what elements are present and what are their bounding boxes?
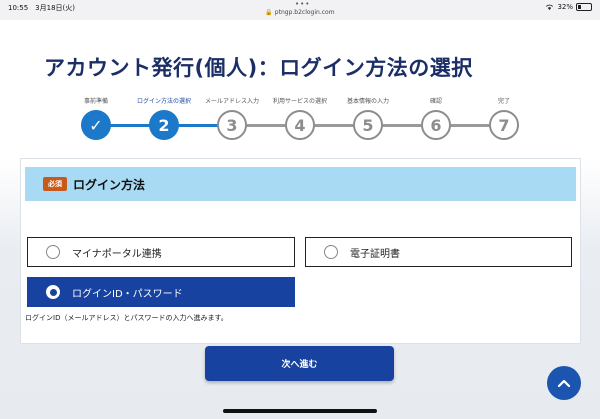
address-bar-url[interactable]: 🔒 ptngp.b2clogin.com	[0, 9, 600, 16]
wifi-icon	[546, 4, 554, 10]
option-description: ログインID（メールアドレス）とパスワードの入力へ進みます。	[25, 314, 228, 322]
option-label: マイナポータル連携	[72, 248, 162, 260]
scroll-to-top-button[interactable]	[547, 366, 581, 400]
step-label-2: ログイン方法の選択	[136, 98, 192, 105]
step-2-circle: 2	[149, 110, 179, 140]
step-label-7: 完了	[497, 98, 511, 105]
option-id-password[interactable]: ログインID・パスワード	[27, 277, 295, 307]
option-label: 電子証明書	[350, 248, 400, 260]
step-connector	[450, 124, 490, 127]
radio-unchecked-icon[interactable]	[46, 245, 60, 259]
step-label-4: 利用サービスの選択	[272, 98, 328, 105]
page-title: アカウント発行(個人)：ログイン方法の選択	[44, 56, 473, 80]
status-bar: 10:55 3月18日(火) ••• 🔒 ptngp.b2clogin.com …	[0, 0, 600, 20]
chevron-up-icon	[557, 379, 571, 388]
option-myna-portal[interactable]: マイナポータル連携	[27, 237, 295, 267]
home-indicator[interactable]	[223, 409, 377, 413]
step-connector	[110, 124, 150, 127]
battery-icon	[576, 3, 592, 11]
step-4-circle: 4	[285, 110, 315, 140]
option-digital-certificate[interactable]: 電子証明書	[305, 237, 572, 267]
step-connector	[314, 124, 354, 127]
radio-checked-icon[interactable]	[46, 285, 60, 299]
step-5-circle: 5	[353, 110, 383, 140]
step-connector	[178, 124, 218, 127]
battery-percent: 32%	[557, 3, 573, 11]
section-title: ログイン方法	[73, 177, 146, 192]
login-method-card: 必須 ログイン方法 マイナポータル連携 電子証明書 ログインID・パスワード ロ…	[20, 158, 581, 344]
progress-stepper: 事前準備 ログイン方法の選択 メールアドレス入力 利用サービスの選択 基本情報の…	[0, 96, 600, 146]
option-label: ログインID・パスワード	[72, 288, 183, 300]
step-label-5: 基本情報の入力	[346, 98, 390, 105]
step-label-1: 事前準備	[83, 98, 109, 105]
next-button[interactable]: 次へ進む	[205, 346, 394, 381]
status-right: 32%	[545, 3, 592, 11]
step-1-checkmark-icon: ✓	[81, 110, 111, 140]
step-3-circle: 3	[217, 110, 247, 140]
step-label-3: メールアドレス入力	[204, 98, 260, 105]
step-connector	[246, 124, 286, 127]
radio-unchecked-icon[interactable]	[324, 245, 338, 259]
section-header: 必須 ログイン方法	[25, 167, 576, 201]
required-badge: 必須	[43, 177, 67, 191]
more-dots-icon[interactable]: •••	[295, 0, 310, 8]
step-6-circle: 6	[421, 110, 451, 140]
step-connector	[382, 124, 422, 127]
step-label-6: 確認	[429, 98, 443, 105]
page-content: アカウント発行(個人)：ログイン方法の選択 事前準備 ログイン方法の選択 メール…	[0, 20, 600, 419]
step-7-circle: 7	[489, 110, 519, 140]
